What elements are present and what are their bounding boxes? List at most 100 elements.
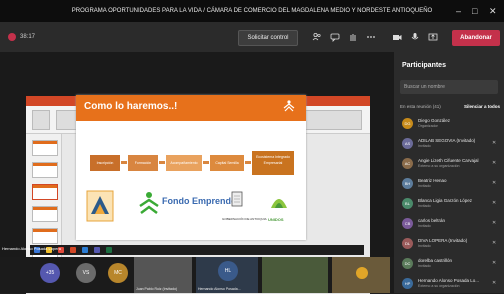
avatar: DL [402, 238, 413, 249]
participant-name: Diego González [418, 118, 451, 123]
participant-role: Invitado [418, 204, 431, 208]
more-icon[interactable] [366, 32, 376, 44]
video-tile-label: Hernando Alonso Posada... [198, 287, 241, 291]
chat-icon[interactable] [330, 32, 340, 44]
step-box: Inscripción [90, 155, 120, 171]
step-arrow [121, 161, 127, 164]
participant-item[interactable]: DL DIVA LOPERA (Invitado) Invitado ✕ [394, 234, 504, 254]
in-call-count[interactable]: En esta reunión (41) [400, 104, 441, 109]
step-arrow [159, 161, 165, 164]
excel-icon [106, 247, 112, 253]
leave-button[interactable]: Abandonar [452, 30, 500, 46]
participant-name: Angie Lizeth Cifuente Carvajal [418, 158, 479, 163]
recording-icon [8, 33, 16, 41]
participant-item[interactable]: BH Beatriz Henao Invitado ✕ [394, 174, 504, 194]
mute-all-button[interactable]: Silenciar a todos [464, 104, 500, 109]
participant-item[interactable]: HP Hernando Alonso Posada Lo... Externo … [394, 274, 504, 294]
timer-text: 38:17 [20, 34, 36, 40]
overflow-participants-chip[interactable]: +35 [40, 263, 60, 283]
video-tile[interactable] [332, 257, 390, 293]
sena-logo [138, 190, 160, 221]
participant-item[interactable]: AS ADILAB SEGOVIA (Invitado) Invitado ✕ [394, 134, 504, 154]
mic-icon[interactable] [410, 32, 420, 44]
avatar: BL [402, 198, 413, 209]
participants-panel: Participantes Buscar un nombre En esta r… [394, 52, 504, 293]
step-box: Formación [128, 155, 158, 171]
participant-role: Organizador [418, 124, 438, 128]
participant-chip: HL [218, 261, 238, 281]
video-tile[interactable]: Juan Pablo Ruiz (Invitado) [134, 257, 192, 293]
window-title-bar: PROGRAMA OPORTUNIDADES PARA LA VIDA / CÁ… [0, 0, 504, 22]
participant-role: Externo a su organización [418, 164, 460, 168]
mic-off-icon: ✕ [492, 200, 497, 206]
participant-name: carlos beltrán [418, 218, 446, 223]
participant-chip[interactable]: VS [76, 263, 96, 283]
people-icon[interactable] [312, 32, 322, 44]
search-placeholder: Buscar un nombre [404, 84, 445, 90]
participant-item[interactable]: CB carlos beltrán Invitado ✕ [394, 214, 504, 234]
participant-search-input[interactable]: Buscar un nombre [400, 80, 498, 94]
unidos-logo: UNIDOS [268, 190, 290, 222]
speaker-name: Hernando Alonso Posada Lopera [2, 246, 61, 251]
participant-item[interactable]: AC Angie Lizeth Cifuente Carvajal Extern… [394, 154, 504, 174]
participant-role: Externo a su organización [418, 284, 460, 288]
slide-thumbnail[interactable] [32, 140, 58, 156]
mic-off-icon: ✕ [492, 140, 497, 146]
step-box: Ecosistema Integrado Empresarial [252, 151, 294, 175]
close-icon[interactable]: ✕ [489, 0, 497, 22]
partner-logos: Fondo Emprender GOBERNACIÓN DE ANTIOQUIA… [86, 190, 296, 230]
participant-item[interactable]: DG Diego González Organizador [394, 114, 504, 134]
step-box: Acompañamiento [166, 155, 202, 171]
teams-icon [94, 247, 100, 253]
video-tile-label: Juan Pablo Ruiz (Invitado) [136, 287, 178, 291]
meeting-timer: 38:17 [8, 33, 35, 41]
video-tile[interactable]: HL Hernando Alonso Posada... [196, 257, 258, 293]
shared-taskbar [30, 245, 364, 255]
slide-thumbnail[interactable] [32, 162, 58, 178]
participant-name: Beatriz Henao [418, 178, 447, 183]
powerpoint-icon [70, 247, 76, 253]
participant-item[interactable]: BL Blanca Ligia Garzón López Invitado ✕ [394, 194, 504, 214]
share-icon[interactable] [428, 32, 438, 44]
window-title: PROGRAMA OPORTUNIDADES PARA LA VIDA / CÁ… [71, 8, 433, 14]
current-slide: Como lo haremos..! Inscripción Formación… [76, 95, 306, 240]
step-arrow [203, 161, 209, 164]
slide-thumbnail[interactable] [32, 184, 58, 200]
avatar: DC [402, 258, 413, 269]
participant-role: Invitado [418, 264, 431, 268]
hand-icon[interactable] [348, 32, 358, 44]
participant-role: Invitado [418, 224, 431, 228]
avatar: AS [402, 138, 413, 149]
participant-role: Invitado [418, 244, 431, 248]
leave-label: Abandonar [460, 35, 492, 41]
step-box: Capital Semilla [210, 155, 244, 171]
avatar: CB [402, 218, 413, 229]
meeting-toolbar: 38:17 Solicitar control Abandonar [0, 22, 504, 52]
participant-name: Blanca Ligia Garzón López [418, 198, 473, 203]
participant-name: dorelba castrillón [418, 258, 453, 263]
minimize-icon[interactable]: – [456, 0, 461, 22]
avatar: BH [402, 178, 413, 189]
participant-name: ADILAB SEGOVIA (Invitado) [418, 138, 476, 143]
mic-off-icon: ✕ [492, 220, 497, 226]
request-control-button[interactable]: Solicitar control [238, 30, 298, 46]
participant-role: Invitado [418, 184, 431, 188]
avatar: AC [402, 158, 413, 169]
mic-off-icon: ✕ [492, 280, 497, 286]
participant-name: DIVA LOPERA (Invitado) [418, 238, 468, 243]
participants-title: Participantes [402, 62, 446, 69]
participant-item[interactable]: DC dorelba castrillón Invitado ✕ [394, 254, 504, 274]
avatar: HP [402, 278, 413, 289]
step-arrow [245, 161, 251, 164]
slide-title: Como lo haremos..! [84, 101, 178, 112]
word-icon [82, 247, 88, 253]
slide-thumbnail[interactable] [32, 228, 58, 244]
camera-icon[interactable] [392, 32, 402, 44]
participant-chip[interactable]: MC [108, 263, 128, 283]
participant-role: Invitado [418, 144, 431, 148]
mic-off-icon: ✕ [492, 160, 497, 166]
gobernacion-logo: GOBERNACIÓN DE ANTIOQUIA [222, 190, 267, 221]
slide-thumbnail[interactable] [32, 206, 58, 222]
video-tile[interactable] [262, 257, 328, 293]
maximize-icon[interactable]: □ [472, 0, 477, 22]
